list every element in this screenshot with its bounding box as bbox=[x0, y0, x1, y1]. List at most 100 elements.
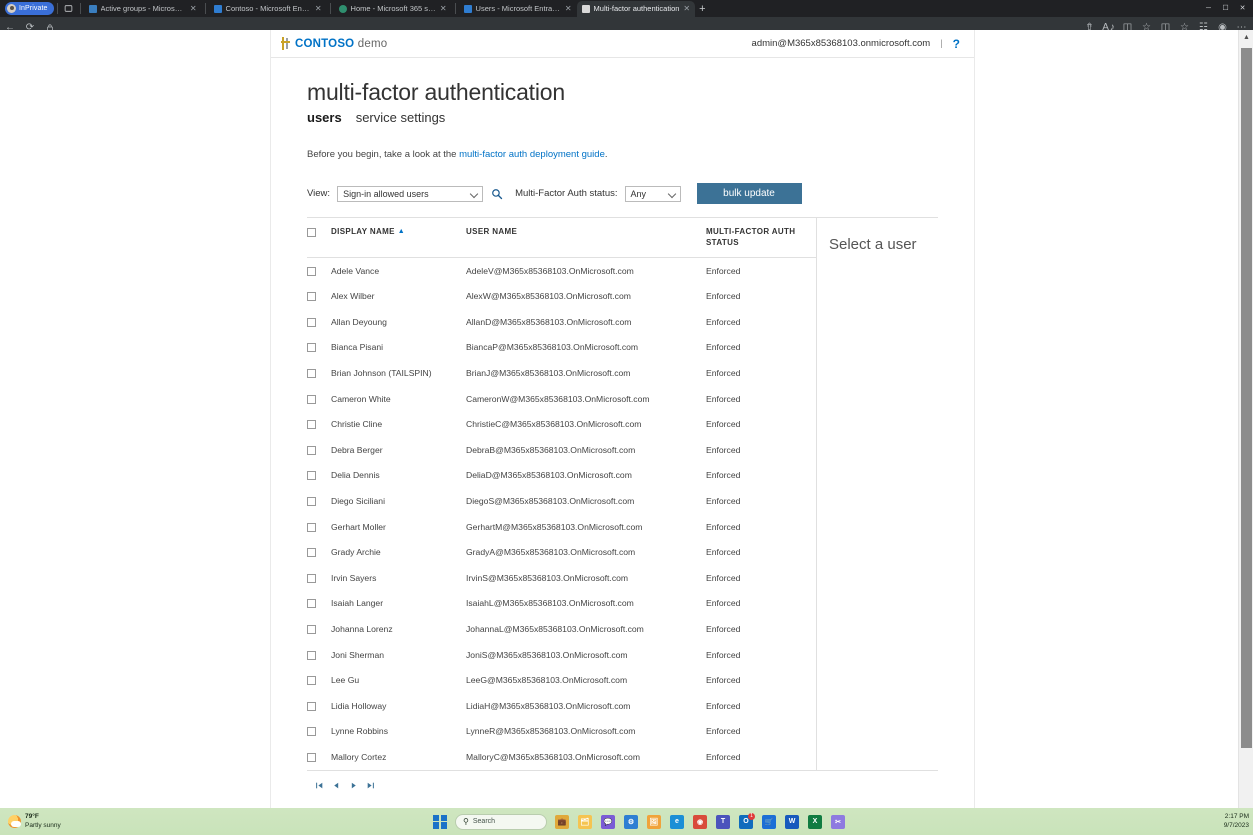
last-page-button[interactable] bbox=[366, 781, 375, 792]
word-icon[interactable]: W bbox=[781, 811, 803, 833]
mfa-status-select[interactable]: Any bbox=[624, 185, 681, 202]
tab-service-settings[interactable]: service settings bbox=[356, 110, 446, 125]
row-checkbox[interactable] bbox=[307, 522, 316, 532]
inprivate-indicator[interactable]: InPrivate bbox=[5, 2, 54, 15]
next-page-button[interactable] bbox=[349, 781, 358, 792]
row-checkbox[interactable] bbox=[307, 676, 316, 686]
row-checkbox[interactable] bbox=[307, 599, 316, 609]
browser-tab-3[interactable]: Home - Microsoft 365 security ✕ bbox=[334, 1, 452, 17]
column-header-display-name[interactable]: DISPLAY NAME ▲ bbox=[331, 227, 466, 238]
weather-widget[interactable]: 79°F Partly sunny bbox=[0, 813, 61, 829]
minimize-button[interactable]: ─ bbox=[1200, 5, 1217, 12]
table-row[interactable]: Johanna Lorenz JohannaL@M365x85368103.OnM… bbox=[307, 616, 816, 642]
search-icon[interactable] bbox=[490, 187, 504, 201]
row-checkbox[interactable] bbox=[307, 471, 316, 481]
taskbar-search[interactable]: ⚲ Search bbox=[455, 813, 547, 830]
cell-display-name: Joni Sherman bbox=[331, 649, 385, 660]
table-row[interactable]: Debra Berger DebraB@M365x85368103.OnMicro… bbox=[307, 437, 816, 463]
table-row[interactable]: Allan Deyoung AllanD@M365x85368103.OnMicr… bbox=[307, 309, 816, 335]
column-header-user-name[interactable]: USER NAME bbox=[466, 227, 706, 238]
start-button-icon[interactable] bbox=[433, 814, 447, 829]
teams-icon[interactable]: T bbox=[712, 811, 734, 833]
page-scrollbar[interactable]: ▲ bbox=[1238, 30, 1253, 808]
new-tab-button[interactable]: + bbox=[699, 3, 705, 15]
maximize-button[interactable]: ☐ bbox=[1217, 4, 1234, 12]
settings-icon[interactable]: ⚙ bbox=[620, 811, 642, 833]
row-select-cell bbox=[307, 752, 331, 762]
teams-chat-icon[interactable]: 💬 bbox=[597, 811, 619, 833]
browser-tab-1[interactable]: Active groups - Microsoft 365 a... ✕ bbox=[84, 1, 202, 17]
account-email[interactable]: admin@M365x85368103.onmicrosoft.com bbox=[752, 38, 931, 49]
photos-icon[interactable]: 🖼 bbox=[643, 811, 665, 833]
table-row[interactable]: Diego Siciliani DiegoS@M365x85368103.OnMi… bbox=[307, 488, 816, 514]
close-icon[interactable]: ✕ bbox=[190, 4, 197, 13]
row-checkbox[interactable] bbox=[307, 394, 316, 404]
file-explorer-icon[interactable]: 🗂 bbox=[574, 811, 596, 833]
close-icon[interactable]: ✕ bbox=[440, 4, 447, 13]
row-checkbox[interactable] bbox=[307, 497, 316, 507]
table-row[interactable]: Adele Vance AdeleV@M365x85368103.OnMicros… bbox=[307, 258, 816, 284]
outlook-icon[interactable]: O1 bbox=[735, 811, 757, 833]
table-row[interactable]: Grady Archie GradyA@M365x85368103.OnMicro… bbox=[307, 539, 816, 565]
table-row[interactable]: Isaiah Langer IsaiahL@M365x85368103.OnMic… bbox=[307, 591, 816, 617]
row-checkbox[interactable] bbox=[307, 752, 316, 762]
table-row[interactable]: Irvin Sayers IrvinS@M365x85368103.OnMicro… bbox=[307, 565, 816, 591]
scrollbar-thumb[interactable] bbox=[1241, 48, 1252, 748]
row-checkbox[interactable] bbox=[307, 369, 316, 379]
windows-taskbar: 79°F Partly sunny ⚲ Search 💼 🗂 💬 ⚙ 🖼 e ◉ T O 1 🛒 W X… bbox=[0, 808, 1253, 835]
table-body: Adele Vance AdeleV@M365x85368103.OnMicros… bbox=[307, 256, 816, 770]
table-row[interactable]: Lynne Robbins LynneR@M365x85368103.OnMicr… bbox=[307, 719, 816, 745]
snip-tool-icon[interactable]: ✂ bbox=[827, 811, 849, 833]
tab-users[interactable]: users bbox=[307, 110, 342, 125]
row-checkbox[interactable] bbox=[307, 317, 316, 327]
excel-icon[interactable]: X bbox=[804, 811, 826, 833]
chrome-icon[interactable]: ◉ bbox=[689, 811, 711, 833]
row-checkbox[interactable] bbox=[307, 420, 316, 430]
table-row[interactable]: Cameron White CameronW@M365x85368103.OnMi… bbox=[307, 386, 816, 412]
row-checkbox[interactable] bbox=[307, 727, 316, 737]
close-icon[interactable]: ✕ bbox=[683, 4, 690, 13]
table-row[interactable]: Joni Sherman JoniS@M365x85368103.OnMicros… bbox=[307, 642, 816, 668]
tab-search-icon[interactable] bbox=[61, 2, 77, 16]
snip-tool-icon-glyph: ✂ bbox=[831, 814, 845, 829]
table-row[interactable]: Delia Dennis DeliaD@M365x85368103.OnMicro… bbox=[307, 463, 816, 489]
browser-tab-4[interactable]: Users - Microsoft Entra admin c... ✕ bbox=[459, 1, 577, 17]
close-window-button[interactable]: ✕ bbox=[1234, 4, 1251, 12]
table-row[interactable]: Alex Wilber AlexW@M365x85368103.OnMicroso… bbox=[307, 283, 816, 309]
table-row[interactable]: Brian Johnson (TAILSPIN) BrianJ@M365x8536… bbox=[307, 360, 816, 386]
row-checkbox[interactable] bbox=[307, 701, 316, 711]
table-row[interactable]: Bianca Pisani BiancaP@M365x85368103.OnMic… bbox=[307, 335, 816, 361]
row-checkbox[interactable] bbox=[307, 292, 316, 302]
row-checkbox[interactable] bbox=[307, 625, 316, 634]
table-row[interactable]: Christie Cline ChristieC@M365x85368103.On… bbox=[307, 411, 816, 437]
previous-page-button[interactable] bbox=[332, 781, 341, 792]
first-page-button[interactable] bbox=[315, 781, 324, 792]
row-checkbox[interactable] bbox=[307, 343, 316, 353]
view-select[interactable]: Sign-in allowed users bbox=[337, 185, 484, 202]
cell-user-name: IsaiahL@M365x85368103.OnMicrosoft.com bbox=[466, 598, 634, 609]
briefcase-icon[interactable]: 💼 bbox=[551, 811, 573, 833]
row-checkbox[interactable] bbox=[307, 573, 316, 583]
edge-icon[interactable]: e bbox=[666, 811, 688, 833]
table-row[interactable]: Lidia Holloway LidiaH@M365x85368103.OnMic… bbox=[307, 693, 816, 719]
row-checkbox[interactable] bbox=[307, 445, 316, 455]
bulk-update-button[interactable]: bulk update bbox=[696, 183, 802, 205]
row-checkbox[interactable] bbox=[307, 650, 316, 660]
select-all-checkbox[interactable] bbox=[307, 228, 316, 238]
row-checkbox[interactable] bbox=[307, 266, 316, 276]
browser-tab-2[interactable]: Contoso - Microsoft Entra admi... ✕ bbox=[209, 1, 327, 17]
browser-tab-5-active[interactable]: Multi-factor authentication ✕ bbox=[576, 0, 696, 17]
table-row[interactable]: Gerhart Moller GerhartM@M365x85368103.OnM… bbox=[307, 514, 816, 540]
scroll-up-icon[interactable]: ▲ bbox=[1239, 30, 1253, 44]
row-checkbox[interactable] bbox=[307, 548, 316, 558]
taskbar-clock[interactable]: 2:17 PM 9/7/2023 bbox=[1224, 813, 1249, 830]
help-icon[interactable]: ? bbox=[953, 37, 960, 51]
table-row[interactable]: Lee Gu LeeG@M365x85368103.OnMicrosoft.com… bbox=[307, 667, 816, 693]
scrollbar-track[interactable] bbox=[1239, 44, 1253, 794]
cell-user-name: LidiaH@M365x85368103.OnMicrosoft.com bbox=[466, 700, 631, 711]
close-icon[interactable]: ✕ bbox=[315, 4, 322, 13]
close-icon[interactable]: ✕ bbox=[565, 4, 572, 13]
deployment-guide-link[interactable]: multi-factor auth deployment guide bbox=[459, 149, 605, 160]
table-row[interactable]: Mallory Cortez MalloryC@M365x85368103.OnM… bbox=[307, 744, 816, 770]
store-icon[interactable]: 🛒 bbox=[758, 811, 780, 833]
